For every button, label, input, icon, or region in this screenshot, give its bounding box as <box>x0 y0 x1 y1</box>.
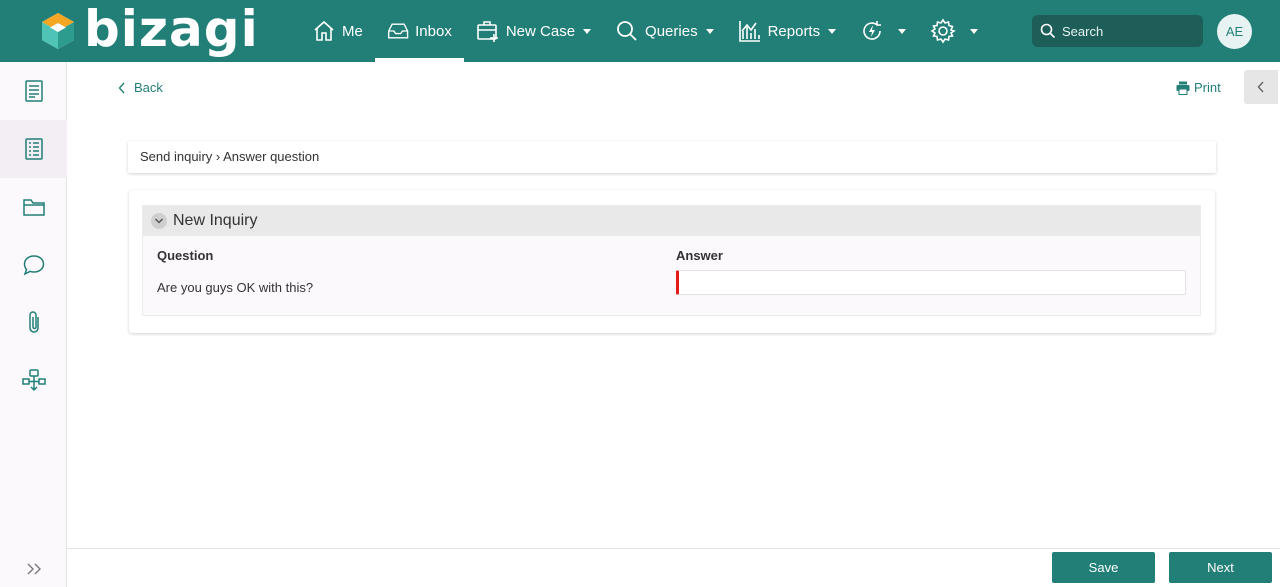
printer-icon <box>1176 81 1190 95</box>
chevron-down-icon <box>970 28 979 34</box>
chevron-down-icon <box>898 28 907 34</box>
print-label: Print <box>1194 80 1221 95</box>
search-box <box>1032 15 1203 47</box>
chevron-down-icon <box>705 28 714 34</box>
new-inquiry-group: New Inquiry Question Answer Are you guys… <box>142 205 1201 316</box>
chevron-down-icon <box>583 28 592 34</box>
question-text: Are you guys OK with this? <box>157 280 314 295</box>
chevron-left-icon <box>1257 81 1264 93</box>
chevron-left-icon <box>118 82 125 93</box>
nav-reports-label: Reports <box>767 22 821 40</box>
answer-input[interactable] <box>676 270 1186 295</box>
form-icon <box>24 80 43 102</box>
folder-icon <box>22 199 45 216</box>
bizagi-logo[interactable]: bizagi <box>40 4 259 58</box>
group-header[interactable]: New Inquiry <box>143 206 1200 236</box>
nav-inbox[interactable]: Inbox <box>374 0 464 62</box>
brand-name: bizagi <box>84 0 259 58</box>
nav-new-case[interactable]: New Case <box>464 0 603 62</box>
reports-icon <box>738 21 760 42</box>
left-sidebar <box>0 62 67 587</box>
search-icon <box>617 21 637 41</box>
nav-activity[interactable] <box>848 0 918 62</box>
nav-queries-label: Queries <box>645 22 698 40</box>
question-column-header: Question <box>157 248 214 263</box>
nav-me-label: Me <box>342 22 363 40</box>
nav-me[interactable]: Me <box>300 0 375 62</box>
collapse-panel-button[interactable] <box>1244 70 1278 104</box>
paperclip-icon <box>28 311 39 333</box>
home-icon <box>314 20 334 41</box>
nav-inbox-label: Inbox <box>415 22 452 40</box>
nav-reports[interactable]: Reports <box>726 0 849 62</box>
inbox-icon <box>387 23 409 39</box>
double-chevron-right-icon <box>27 563 41 575</box>
search-input[interactable] <box>1062 23 1192 39</box>
new-case-icon <box>477 21 498 42</box>
expand-sidebar-button[interactable] <box>0 557 67 581</box>
sidebar-item-form[interactable] <box>0 62 67 120</box>
chevron-down-icon <box>154 218 164 224</box>
chat-icon <box>23 255 44 276</box>
workflow-icon <box>21 369 46 392</box>
user-avatar[interactable]: AE <box>1217 14 1252 49</box>
document-list-icon <box>24 138 43 160</box>
search-icon <box>1040 23 1056 39</box>
top-navigation-bar: bizagi Me Inbox New Case Queries Reports… <box>0 0 1280 62</box>
main-nav: Me Inbox New Case Queries Reports <box>300 0 990 62</box>
sidebar-item-work[interactable] <box>0 120 67 178</box>
sidebar-item-workflow[interactable] <box>0 352 67 410</box>
nav-settings[interactable] <box>918 0 990 62</box>
answer-column-header: Answer <box>676 248 723 263</box>
form-card: New Inquiry Question Answer Are you guys… <box>129 190 1215 333</box>
chevron-down-icon <box>828 28 837 34</box>
gear-icon <box>930 18 956 44</box>
breadcrumb: Send inquiry › Answer question <box>128 141 1216 173</box>
save-button[interactable]: Save <box>1052 552 1155 583</box>
sidebar-item-comments[interactable] <box>0 236 67 294</box>
sidebar-item-attachments[interactable] <box>0 294 67 352</box>
print-link[interactable]: Print <box>1176 80 1221 95</box>
group-title: New Inquiry <box>173 212 258 229</box>
back-link[interactable]: Back <box>118 80 163 95</box>
next-button[interactable]: Next <box>1169 552 1272 583</box>
back-label: Back <box>134 80 163 95</box>
nav-new-case-label: New Case <box>505 22 576 40</box>
sidebar-item-folders[interactable] <box>0 178 67 236</box>
bizagi-hexagon-icon <box>42 13 74 49</box>
nav-queries[interactable]: Queries <box>603 0 726 62</box>
bolt-refresh-icon <box>863 21 882 40</box>
collapse-group-button[interactable] <box>151 213 167 229</box>
